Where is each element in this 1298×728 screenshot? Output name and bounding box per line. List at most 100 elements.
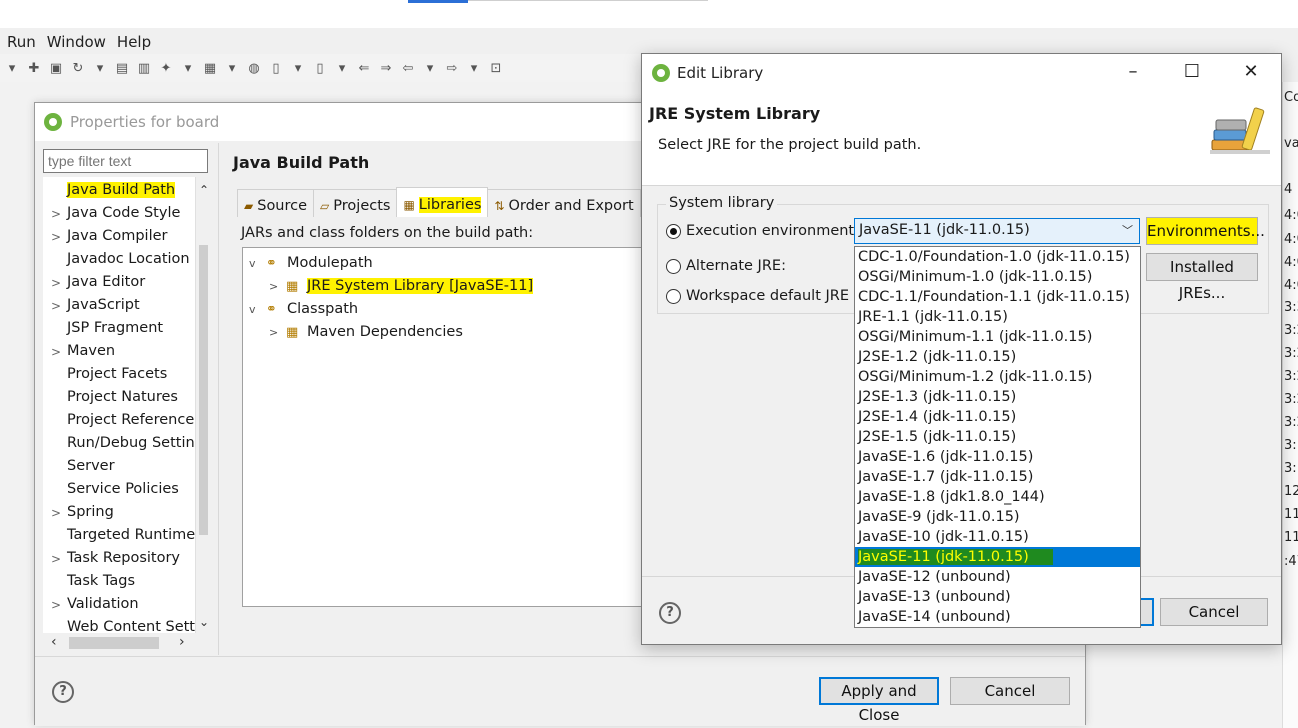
dropdown-icon[interactable]: ▾ [180,61,196,76]
chevron-right-icon[interactable]: > [51,506,61,520]
minimize-icon[interactable]: – [1121,62,1145,84]
nav-item[interactable]: Server [43,457,193,479]
dropdown-icon[interactable]: ▾ [466,61,482,76]
chevron-right-icon[interactable]: > [51,299,61,313]
dropdown-icon[interactable]: ▾ [334,61,350,76]
dropdown-option[interactable]: CDC-1.0/Foundation-1.0 (jdk-11.0.15) [855,247,1140,267]
tab-source[interactable]: ▰ Source [237,189,315,217]
nav-item[interactable]: Service Policies [43,480,193,502]
nav-item[interactable]: Project Natures [43,388,193,410]
chevron-right-icon[interactable]: > [51,207,61,221]
maximize-icon[interactable]: ☐ [1180,62,1204,84]
dropdown-icon[interactable]: ▾ [224,61,240,76]
nav-item[interactable]: Project Facets [43,365,193,387]
nav-item[interactable]: > Java Editor [43,273,193,295]
alternate-jre-radio[interactable]: Alternate JRE: [666,258,786,274]
dropdown-option[interactable]: JavaSE-13 (unbound) [855,587,1140,607]
dropdown-option[interactable]: JavaSE-12 (unbound) [855,567,1140,587]
nav-item[interactable]: Task Tags [43,572,193,594]
dropdown-option[interactable]: OSGi/Minimum-1.1 (jdk-11.0.15) [855,327,1140,347]
close-icon[interactable]: ✕ [1239,62,1263,84]
prev-edit-icon[interactable]: ⇐ [356,61,372,76]
execution-environment-combo[interactable]: JavaSE-11 (jdk-11.0.15) ﹀ [854,218,1140,244]
workspace-default-jre-radio[interactable]: Workspace default JRE (j [666,288,863,304]
package-icon[interactable]: ▣ [48,61,64,76]
execution-environment-radio[interactable]: Execution environment: [666,223,859,239]
dropdown-option[interactable]: J2SE-1.2 (jdk-11.0.15) [855,347,1140,367]
dropdown-option[interactable]: J2SE-1.5 (jdk-11.0.15) [855,427,1140,447]
nav-item[interactable]: > Maven [43,342,193,364]
folder-icon[interactable]: ▤ [114,61,130,76]
tree-item-classpath[interactable]: v ⚭ Classpath [249,298,358,320]
dropdown-icon[interactable]: ▾ [92,61,108,76]
help-icon[interactable]: ? [52,681,74,703]
cancel-button[interactable]: Cancel [950,677,1070,705]
dropdown-option[interactable]: JavaSE-10 (jdk-11.0.15) [855,527,1140,547]
doc-icon[interactable]: ▯ [268,61,284,76]
chevron-right-icon[interactable]: > [51,230,61,244]
nav-item[interactable]: Project References [43,411,202,433]
tree-item-jre-library[interactable]: > ▦ JRE System Library [JavaSE-11] [269,275,534,297]
nav-item[interactable]: Java Build Path [43,181,193,203]
scroll-down-icon[interactable]: ⌄ [199,615,208,629]
filter-input[interactable] [43,149,208,173]
chevron-right-icon[interactable]: > [269,280,281,293]
tree-item-maven-deps[interactable]: > ▦ Maven Dependencies [269,321,463,343]
tab-order-export[interactable]: ⇅ Order and Export [487,189,641,217]
nav-item[interactable]: > Spring [43,503,193,525]
wand-icon[interactable]: ✦ [158,61,174,76]
dropdown-option[interactable]: JavaSE-9 (jdk-11.0.15) [855,507,1140,527]
chevron-right-icon[interactable]: > [269,326,281,339]
refresh-icon[interactable]: ↻ [70,61,86,76]
nav-item[interactable]: Targeted Runtimes [43,526,203,548]
dropdown-option[interactable]: JavaSE-11 (jdk-11.0.15) [855,547,1140,567]
menu-run[interactable]: Run [0,30,40,54]
chevron-down-icon[interactable]: v [249,257,261,270]
nav-item[interactable]: > Task Repository [43,549,193,571]
open-icon[interactable]: ▦ [202,61,218,76]
nav-item[interactable]: > Java Compiler [43,227,193,249]
dropdown-option[interactable]: J2SE-1.4 (jdk-11.0.15) [855,407,1140,427]
apply-and-close-button[interactable]: Apply and Close [819,677,939,724]
chevron-right-icon[interactable]: > [51,276,61,290]
dropdown-option[interactable]: J2SE-1.3 (jdk-11.0.15) [855,387,1140,407]
chevron-right-icon[interactable]: > [51,552,61,566]
scroll-thumb[interactable] [69,637,159,649]
dropdown-option[interactable]: JavaSE-14 (unbound) [855,607,1140,627]
chevron-right-icon[interactable]: > [51,345,61,359]
chevron-down-icon[interactable]: v [249,303,261,316]
radio-selected-icon[interactable] [666,223,681,239]
chevron-right-icon[interactable]: > [51,598,61,612]
dropdown-icon[interactable]: ▾ [290,61,306,76]
scroll-right-icon[interactable]: › [179,634,185,650]
help-icon[interactable]: ? [659,602,681,624]
dropdown-option[interactable]: CDC-1.1/Foundation-1.1 (jdk-11.0.15) [855,287,1140,307]
chevron-down-icon[interactable]: ﹀ [1122,222,1133,238]
cancel-button[interactable]: Cancel [1160,598,1268,626]
forward-icon[interactable]: ⇨ [444,61,460,76]
dropdown-option[interactable]: OSGi/Minimum-1.2 (jdk-11.0.15) [855,367,1140,387]
folder-open-icon[interactable]: ▥ [136,61,152,76]
back-icon[interactable]: ⇦ [400,61,416,76]
nav-item[interactable]: > Validation [43,595,193,617]
next-edit-icon[interactable]: ⇒ [378,61,394,76]
globe-icon[interactable]: ◍ [246,61,262,76]
scroll-up-icon[interactable]: ⌃ [199,183,208,197]
dropdown-option[interactable]: JavaSE-1.7 (jdk-11.0.15) [855,467,1140,487]
scroll-thumb[interactable] [199,245,208,535]
tab-projects[interactable]: ▱ Projects [313,189,398,217]
tree-item-modulepath[interactable]: v ⚭ Modulepath [249,252,373,274]
radio-unselected-icon[interactable] [666,258,681,274]
pin-icon[interactable]: ⊡ [488,61,504,76]
radio-unselected-icon[interactable] [666,288,681,304]
menu-window[interactable]: Window [40,30,110,54]
menu-help[interactable]: Help [110,30,155,54]
dropdown-option[interactable]: JavaSE-1.8 (jdk1.8.0_144) [855,487,1140,507]
nav-item[interactable]: > JavaScript [43,296,193,318]
tab-libraries[interactable]: ▦ Libraries [396,187,489,217]
nav-item[interactable]: Run/Debug Settings [43,434,208,456]
dropdown-option[interactable]: OSGi/Minimum-1.0 (jdk-11.0.15) [855,267,1140,287]
nav-item[interactable]: > Java Code Style [43,204,193,226]
nav-item[interactable]: JSP Fragment [43,319,193,341]
installed-jres-button[interactable]: Installed JREs... [1146,253,1258,302]
